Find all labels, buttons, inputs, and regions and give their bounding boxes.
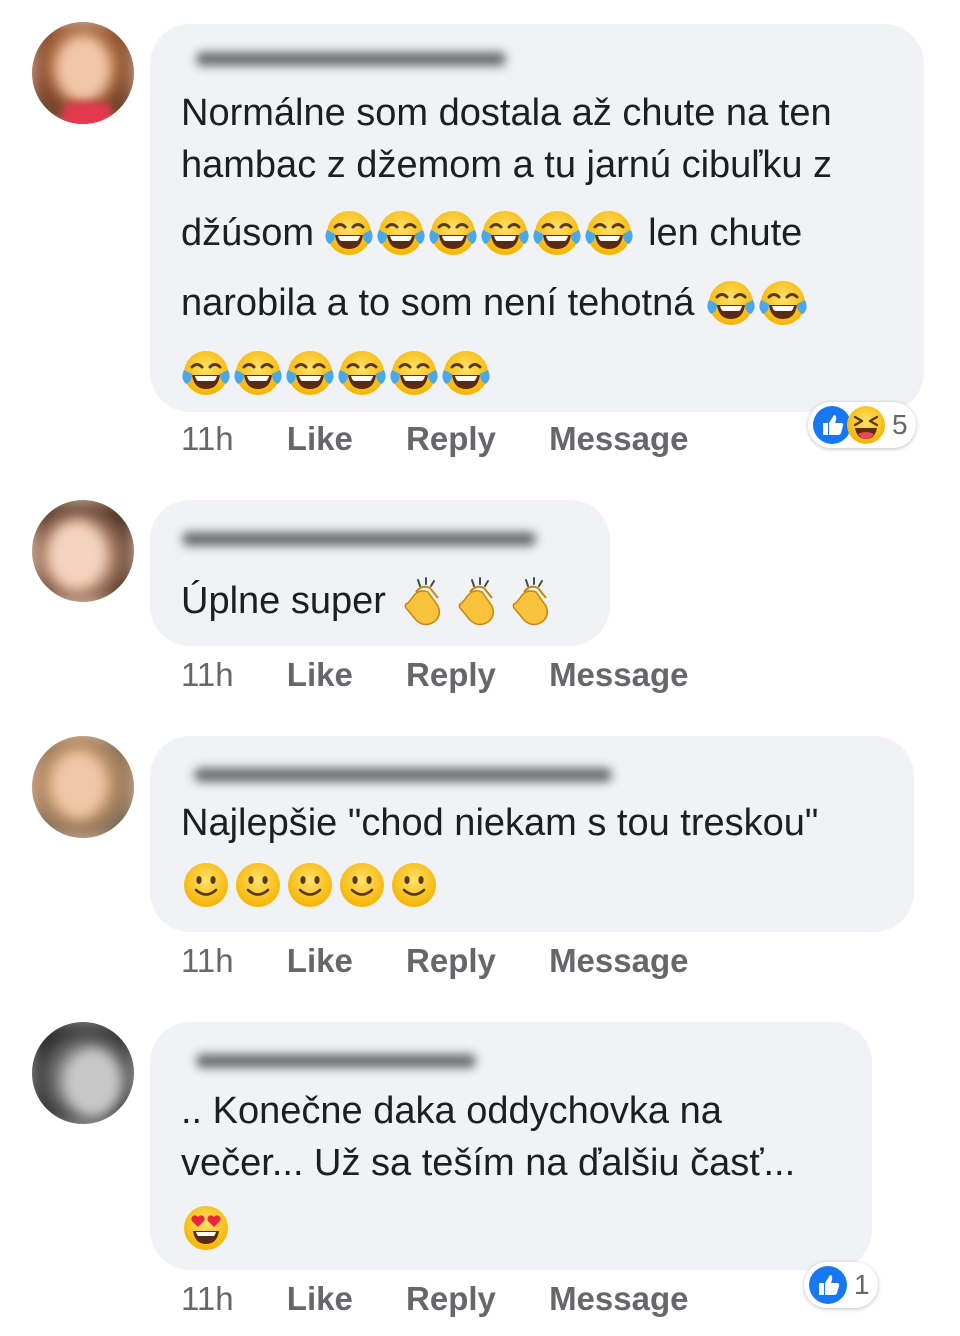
tears-of-joy-emoji (376, 208, 426, 258)
reply-button[interactable]: Reply (406, 1280, 496, 1318)
comment-text: Najlepšie "chod niekam s tou treskou" (181, 804, 894, 922)
tears-of-joy-emoji (389, 348, 439, 398)
comment-bubble: .. Konečne daka oddychovka na večer... U… (150, 1022, 872, 1270)
tears-of-joy-emoji (584, 208, 634, 258)
slightly-smiling-emoji (181, 860, 231, 910)
comment-timestamp[interactable]: 11h (181, 942, 234, 980)
tears-of-joy-emoji (233, 348, 283, 398)
comment-text: Normálne som dostala až chute na ten ham… (181, 94, 904, 408)
comment-text-line: narobila a to som není tehotná (181, 282, 695, 324)
tears-of-joy-emoji (532, 208, 582, 258)
comment-actions: 11h Like Reply Message (181, 420, 732, 458)
heart-eyes-emoji (181, 1203, 231, 1253)
slightly-smiling-emoji (337, 860, 387, 910)
comment-bubble: Úplne super (150, 500, 610, 646)
avatar[interactable] (32, 500, 134, 602)
slightly-smiling-emoji (233, 860, 283, 910)
message-button[interactable]: Message (549, 1280, 688, 1318)
comment-bubble: Najlepšie "chod niekam s tou treskou" (150, 736, 914, 932)
comment-text-line: večer... Už sa teším na ďalšiu časť... (181, 1142, 796, 1184)
avatar[interactable] (32, 736, 134, 838)
reaction-summary[interactable]: 1 (804, 1262, 878, 1308)
tears-of-joy-emoji (441, 348, 491, 398)
comment-timestamp[interactable]: 11h (181, 1280, 234, 1318)
tears-of-joy-emoji (706, 278, 756, 328)
reaction-count: 1 (854, 1269, 870, 1300)
reaction-summary[interactable]: 5 (808, 402, 916, 448)
reply-button[interactable]: Reply (406, 942, 496, 980)
comment-text: Úplne super (181, 570, 590, 632)
comment-text-line: Úplne super (181, 580, 386, 622)
comment-timestamp[interactable]: 11h (181, 420, 234, 458)
tears-of-joy-emoji (428, 208, 478, 258)
like-button[interactable]: Like (287, 420, 353, 458)
comment-actions: 11h Like Reply Message (181, 656, 732, 694)
slightly-smiling-emoji (285, 860, 335, 910)
tears-of-joy-emoji (285, 348, 335, 398)
comment-text-line: Najlepšie "chod niekam s tou treskou" (181, 802, 819, 844)
comment-actions: 11h Like Reply Message (181, 1280, 732, 1318)
reply-button[interactable]: Reply (406, 656, 496, 694)
avatar[interactable] (32, 22, 134, 124)
tears-of-joy-emoji (480, 208, 530, 258)
like-button[interactable]: Like (287, 942, 353, 980)
tears-of-joy-emoji (324, 208, 374, 258)
comment-text: .. Konečne daka oddychovka na večer... U… (181, 1092, 852, 1264)
comment-text-line: len chute (648, 212, 803, 254)
clapping-hands-emoji (506, 576, 556, 626)
comment-text-line: .. Konečne daka oddychovka na (181, 1090, 722, 1132)
comment-text-line: džúsom (181, 212, 315, 254)
comment-timestamp[interactable]: 11h (181, 656, 234, 694)
clapping-hands-emoji (452, 576, 502, 626)
author-name-redacted[interactable] (182, 532, 536, 546)
reaction-count: 5 (892, 409, 908, 440)
like-icon (808, 1265, 848, 1305)
comment-actions: 11h Like Reply Message (181, 942, 732, 980)
like-button[interactable]: Like (287, 656, 353, 694)
author-name-redacted[interactable] (196, 52, 506, 66)
comment-bubble: Normálne som dostala až chute na ten ham… (150, 24, 924, 412)
avatar[interactable] (32, 1022, 134, 1124)
comment-text-line: hambac z džemom a tu jarnú cibuľku z (181, 144, 833, 186)
message-button[interactable]: Message (549, 420, 688, 458)
comment-text-line: Normálne som dostala až chute na ten (181, 92, 832, 134)
author-name-redacted[interactable] (196, 1054, 476, 1068)
haha-icon (846, 405, 886, 445)
clapping-hands-emoji (398, 576, 448, 626)
like-button[interactable]: Like (287, 1280, 353, 1318)
tears-of-joy-emoji (758, 278, 808, 328)
message-button[interactable]: Message (549, 656, 688, 694)
author-name-redacted[interactable] (194, 768, 612, 782)
tears-of-joy-emoji (181, 348, 231, 398)
slightly-smiling-emoji (389, 860, 439, 910)
message-button[interactable]: Message (549, 942, 688, 980)
tears-of-joy-emoji (337, 348, 387, 398)
reply-button[interactable]: Reply (406, 420, 496, 458)
